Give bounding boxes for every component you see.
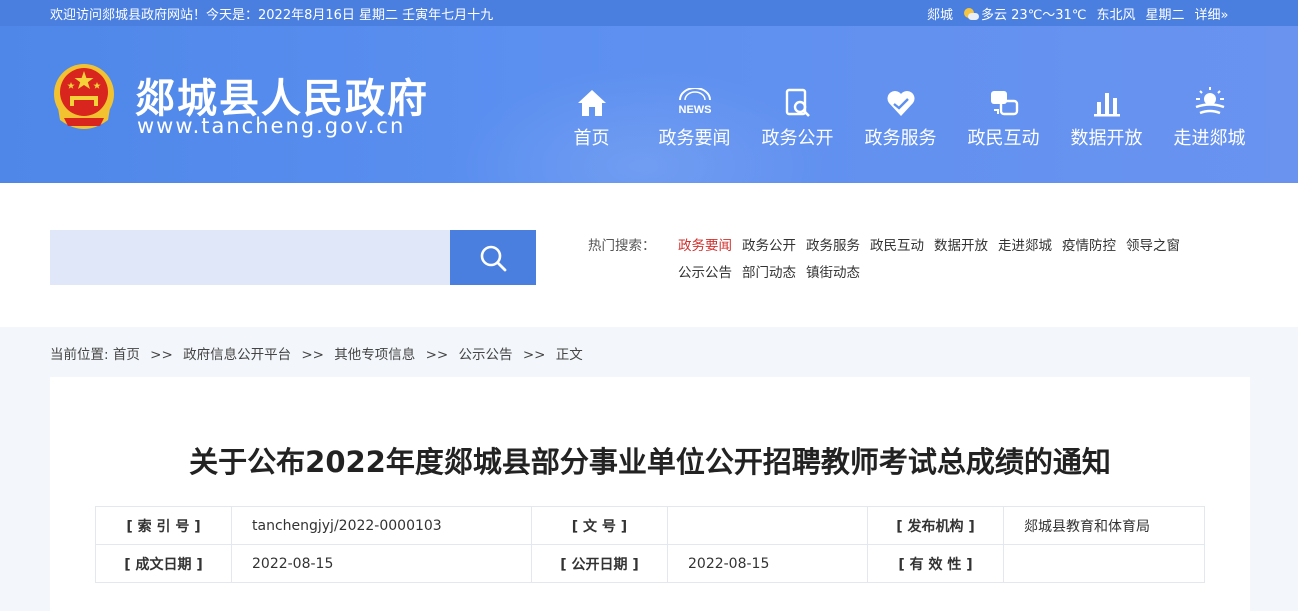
hot-link[interactable]: 走进郯城 xyxy=(998,233,1052,260)
hot-search-links: 政务要闻 政务公开 政务服务 政民互动 数据开放 走进郯城 疫情防控 领导之窗公示公告 部门动态… xyxy=(678,233,1248,287)
hot-link[interactable]: 政务公开 xyxy=(742,233,796,260)
created-date-label: [ 成文日期 ] xyxy=(95,544,232,583)
validity-value xyxy=(1003,544,1205,583)
search-icon xyxy=(480,245,507,271)
hot-link[interactable]: 部门动态 xyxy=(742,260,796,287)
hot-link[interactable]: 数据开放 xyxy=(934,233,988,260)
breadcrumb-separator: >> xyxy=(522,347,546,363)
breadcrumb-special-info[interactable]: 其他专项信息 xyxy=(334,347,415,363)
breadcrumb-separator: >> xyxy=(301,347,324,363)
breadcrumb: 当前位置: 首页 >> 政府信息公开平台 >> 其他专项信息 >> 公示公告 >… xyxy=(50,343,583,363)
docno-value xyxy=(667,506,868,545)
breadcrumb-separator: >> xyxy=(150,347,173,363)
weather-city: 郯城 xyxy=(927,8,954,23)
article-meta-table: [ 索 引 号 ] tanchengjyj/2022-0000103 [ 文 号… xyxy=(95,506,1205,583)
nav-label: 政务公开 xyxy=(761,128,834,149)
weather-detail-link[interactable]: 详细» xyxy=(1194,4,1228,23)
index-label: [ 索 引 号 ] xyxy=(95,506,232,545)
heart-hands-icon xyxy=(849,84,952,118)
hot-link[interactable]: 政务服务 xyxy=(806,233,860,260)
published-date-value: 2022-08-15 xyxy=(667,544,868,583)
weather-widget: 郯城 多云 23℃～31℃ 东北风 星期二 详细» xyxy=(927,4,1238,23)
search-input[interactable] xyxy=(50,230,450,285)
nav-data-open[interactable]: 数据开放 xyxy=(1055,84,1158,150)
document-search-icon xyxy=(746,84,849,118)
nav-label: 走进郯城 xyxy=(1173,128,1246,149)
hot-link[interactable]: 镇街动态 xyxy=(806,260,860,287)
main-nav: 首页 NEWS 政务要闻 政务公开 政务服务 政民互动 数据开放 走进郯城 xyxy=(540,84,1261,150)
breadcrumb-separator: >> xyxy=(425,347,449,363)
table-row: [ 成文日期 ] 2022-08-15 [ 公开日期 ] 2022-08-15 … xyxy=(95,544,1205,583)
hot-link[interactable]: 公示公告 xyxy=(678,260,732,287)
published-date-label: [ 公开日期 ] xyxy=(531,544,668,583)
nav-interaction[interactable]: 政民互动 xyxy=(952,84,1055,150)
validity-label: [ 有 效 性 ] xyxy=(867,544,1004,583)
national-emblem-logo[interactable] xyxy=(50,62,118,134)
partly-cloudy-icon xyxy=(963,7,980,21)
nav-home[interactable]: 首页 xyxy=(540,84,643,150)
interaction-icon xyxy=(952,84,1055,118)
weather-wind: 东北风 xyxy=(1096,8,1136,23)
nav-news[interactable]: NEWS 政务要闻 xyxy=(643,84,746,150)
sun-landscape-icon xyxy=(1158,84,1261,118)
svg-text:NEWS: NEWS xyxy=(678,104,711,116)
bar-chart-icon xyxy=(1055,84,1158,118)
nav-label: 政务服务 xyxy=(864,128,937,149)
breadcrumb-home[interactable]: 首页 xyxy=(113,347,140,363)
docno-label: [ 文 号 ] xyxy=(531,506,668,545)
issuer-label: [ 发布机构 ] xyxy=(867,506,1004,545)
article-panel: 关于公布2022年度郯城县部分事业单位公开招聘教师考试总成绩的通知 [ 索 引 … xyxy=(50,377,1250,611)
search-button[interactable] xyxy=(450,230,536,285)
news-icon: NEWS xyxy=(643,84,746,118)
article-title: 关于公布2022年度郯城县部分事业单位公开招聘教师考试总成绩的通知 xyxy=(189,445,1111,479)
hot-link[interactable]: 领导之窗 xyxy=(1126,233,1180,260)
hot-link[interactable]: 政民互动 xyxy=(870,233,924,260)
nav-about-tancheng[interactable]: 走进郯城 xyxy=(1158,84,1261,150)
weather-temp: 多云 23℃～31℃ xyxy=(981,8,1087,23)
breadcrumb-prefix: 当前位置: xyxy=(50,347,109,363)
nav-gov-affairs-open[interactable]: 政务公开 xyxy=(746,84,849,150)
created-date-value: 2022-08-15 xyxy=(231,544,532,583)
search-section: 热门搜索： 政务要闻 政务公开 政务服务 政民互动 数据开放 走进郯城 疫情防控 领导之窗公示… xyxy=(0,183,1298,327)
weather-weekday: 星期二 xyxy=(1145,8,1185,23)
nav-gov-service[interactable]: 政务服务 xyxy=(849,84,952,150)
top-bar: 欢迎访问郯城县政府网站！今天是：2022年8月16日 星期二 壬寅年七月十九 郯… xyxy=(0,0,1298,26)
nav-label: 首页 xyxy=(573,128,610,149)
nav-label: 政务要闻 xyxy=(658,128,731,149)
site-url: www.tancheng.gov.cn xyxy=(137,114,406,138)
nav-label: 数据开放 xyxy=(1070,128,1143,149)
hot-link[interactable]: 疫情防控 xyxy=(1062,233,1116,260)
hot-search-label: 热门搜索： xyxy=(588,238,656,254)
index-value: tanchengjyj/2022-0000103 xyxy=(231,506,532,545)
welcome-text: 欢迎访问郯城县政府网站！今天是：2022年8月16日 星期二 壬寅年七月十九 xyxy=(50,8,494,23)
home-icon xyxy=(540,84,643,118)
breadcrumb-info-platform[interactable]: 政府信息公开平台 xyxy=(183,347,291,363)
issuer-value: 郯城县教育和体育局 xyxy=(1003,506,1205,545)
site-header: 郯城县人民政府 www.tancheng.gov.cn 首页 NEWS 政务要闻… xyxy=(0,26,1298,183)
nav-label: 政民互动 xyxy=(967,128,1040,149)
table-row: [ 索 引 号 ] tanchengjyj/2022-0000103 [ 文 号… xyxy=(95,506,1205,545)
breadcrumb-notices[interactable]: 公示公告 xyxy=(459,347,513,363)
breadcrumb-current: 正文 xyxy=(555,347,583,363)
hot-link[interactable]: 政务要闻 xyxy=(678,233,732,260)
